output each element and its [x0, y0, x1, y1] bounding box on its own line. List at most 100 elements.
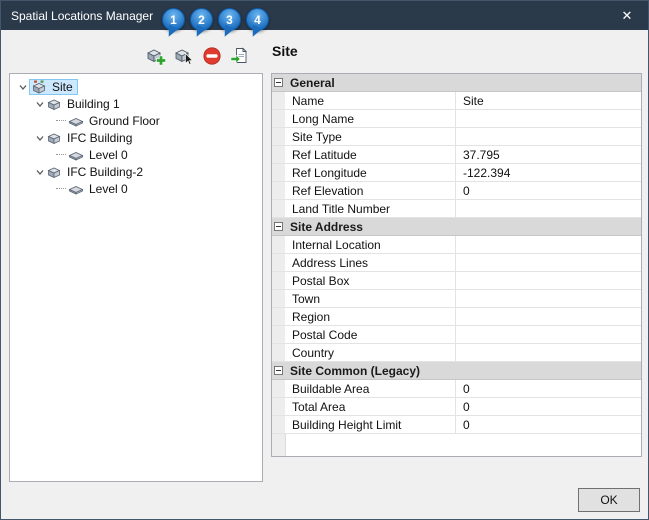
close-button[interactable]: ✕ [606, 1, 648, 30]
property-value[interactable] [456, 200, 641, 217]
site-icon [31, 79, 47, 95]
tree-item-label: IFC Building [65, 131, 134, 145]
collapse-icon[interactable] [274, 366, 283, 375]
property-value[interactable] [456, 272, 641, 289]
chevron-down-icon[interactable] [33, 165, 46, 178]
chevron-down-icon[interactable] [16, 80, 29, 93]
property-row-long-name: Long Name [272, 110, 641, 128]
property-label: Country [285, 344, 456, 361]
property-label: Address Lines [285, 254, 456, 271]
remove-location-icon [202, 46, 222, 66]
add-building-icon [174, 46, 194, 66]
property-row-country: Country [272, 344, 641, 362]
row-gutter [272, 92, 285, 109]
property-label: Region [285, 308, 456, 325]
spatial-locations-manager-dialog: Spatial Locations Manager ✕ 1 2 3 4 [0, 0, 649, 520]
tree-item-ifc-building-2[interactable]: IFC Building-2 [10, 163, 262, 180]
tree-item-site[interactable]: Site [10, 78, 262, 95]
property-label: Land Title Number [285, 200, 456, 217]
building-icon [46, 130, 62, 146]
add-building-button[interactable] [171, 44, 196, 68]
property-label: Ref Elevation [285, 182, 456, 199]
property-value[interactable] [456, 236, 641, 253]
property-group-label: General [290, 76, 335, 90]
row-gutter [272, 200, 285, 217]
row-gutter [272, 164, 285, 181]
property-value[interactable] [456, 344, 641, 361]
property-value[interactable]: Site [456, 92, 641, 109]
import-location-icon [230, 46, 250, 66]
property-value[interactable] [456, 110, 641, 127]
tree-item-ifc-building[interactable]: IFC Building [10, 129, 262, 146]
row-gutter [272, 416, 285, 433]
property-row-ref-elevation: Ref Elevation 0 [272, 182, 641, 200]
property-row-total-area: Total Area 0 [272, 398, 641, 416]
property-label: Name [285, 92, 456, 109]
property-value[interactable]: 0 [456, 380, 641, 397]
row-gutter [272, 380, 285, 397]
property-label: Town [285, 290, 456, 307]
collapse-icon[interactable] [274, 222, 283, 231]
page-title: Site [272, 43, 298, 59]
floor-icon [68, 147, 84, 163]
tree-item-level-0[interactable]: Level 0 [10, 146, 262, 163]
import-location-button[interactable] [227, 44, 252, 68]
tree-item-label: Building 1 [65, 97, 122, 111]
property-group-header-site-address[interactable]: Site Address [272, 218, 641, 236]
chevron-down-icon[interactable] [33, 97, 46, 110]
property-value[interactable]: 37.795 [456, 146, 641, 163]
property-group-header-site-common-legacy[interactable]: Site Common (Legacy) [272, 362, 641, 380]
property-value[interactable] [456, 308, 641, 325]
row-gutter [272, 110, 285, 127]
property-label: Building Height Limit [285, 416, 456, 433]
tree-item-label: Level 0 [87, 182, 130, 196]
tree-item-building-1[interactable]: Building 1 [10, 95, 262, 112]
row-gutter [272, 236, 285, 253]
add-site-icon [146, 46, 166, 66]
property-value[interactable] [456, 254, 641, 271]
property-value[interactable] [456, 326, 641, 343]
property-value[interactable]: 0 [456, 182, 641, 199]
callout-number: 4 [254, 13, 261, 27]
property-row-postal-box: Postal Box [272, 272, 641, 290]
row-gutter [272, 254, 285, 271]
tree-item-ground-floor[interactable]: Ground Floor [10, 112, 262, 129]
toolbar [143, 44, 252, 68]
building-icon [46, 164, 62, 180]
row-gutter [272, 326, 285, 343]
property-row-region: Region [272, 308, 641, 326]
tree-connector [56, 120, 66, 121]
building-icon [46, 96, 62, 112]
property-row-site-type: Site Type [272, 128, 641, 146]
property-label: Site Type [285, 128, 456, 145]
callout-pin-2: 2 [190, 8, 213, 31]
ok-button[interactable]: OK [578, 488, 640, 512]
row-gutter [272, 182, 285, 199]
property-row-ref-latitude: Ref Latitude 37.795 [272, 146, 641, 164]
row-gutter [272, 344, 285, 361]
property-value[interactable]: 0 [456, 398, 641, 415]
property-label: Buildable Area [285, 380, 456, 397]
property-value[interactable]: -122.394 [456, 164, 641, 181]
callout-pin-3: 3 [218, 8, 241, 31]
property-row-address-lines: Address Lines [272, 254, 641, 272]
close-icon: ✕ [622, 8, 633, 24]
tree-item-level-0-2[interactable]: Level 0 [10, 180, 262, 197]
row-gutter [272, 290, 285, 307]
property-row-internal-location: Internal Location [272, 236, 641, 254]
add-site-button[interactable] [143, 44, 168, 68]
property-group-label: Site Address [290, 220, 363, 234]
callout-number: 1 [170, 13, 177, 27]
row-gutter [272, 128, 285, 145]
property-label: Ref Longitude [285, 164, 456, 181]
collapse-icon[interactable] [274, 78, 283, 87]
property-value[interactable] [456, 128, 641, 145]
property-value[interactable] [456, 290, 641, 307]
window-title: Spatial Locations Manager [1, 9, 606, 23]
property-group-header-general[interactable]: General [272, 74, 641, 92]
property-row-ref-longitude: Ref Longitude -122.394 [272, 164, 641, 182]
row-gutter [272, 272, 285, 289]
remove-location-button[interactable] [199, 44, 224, 68]
property-value[interactable]: 0 [456, 416, 641, 433]
chevron-down-icon[interactable] [33, 131, 46, 144]
